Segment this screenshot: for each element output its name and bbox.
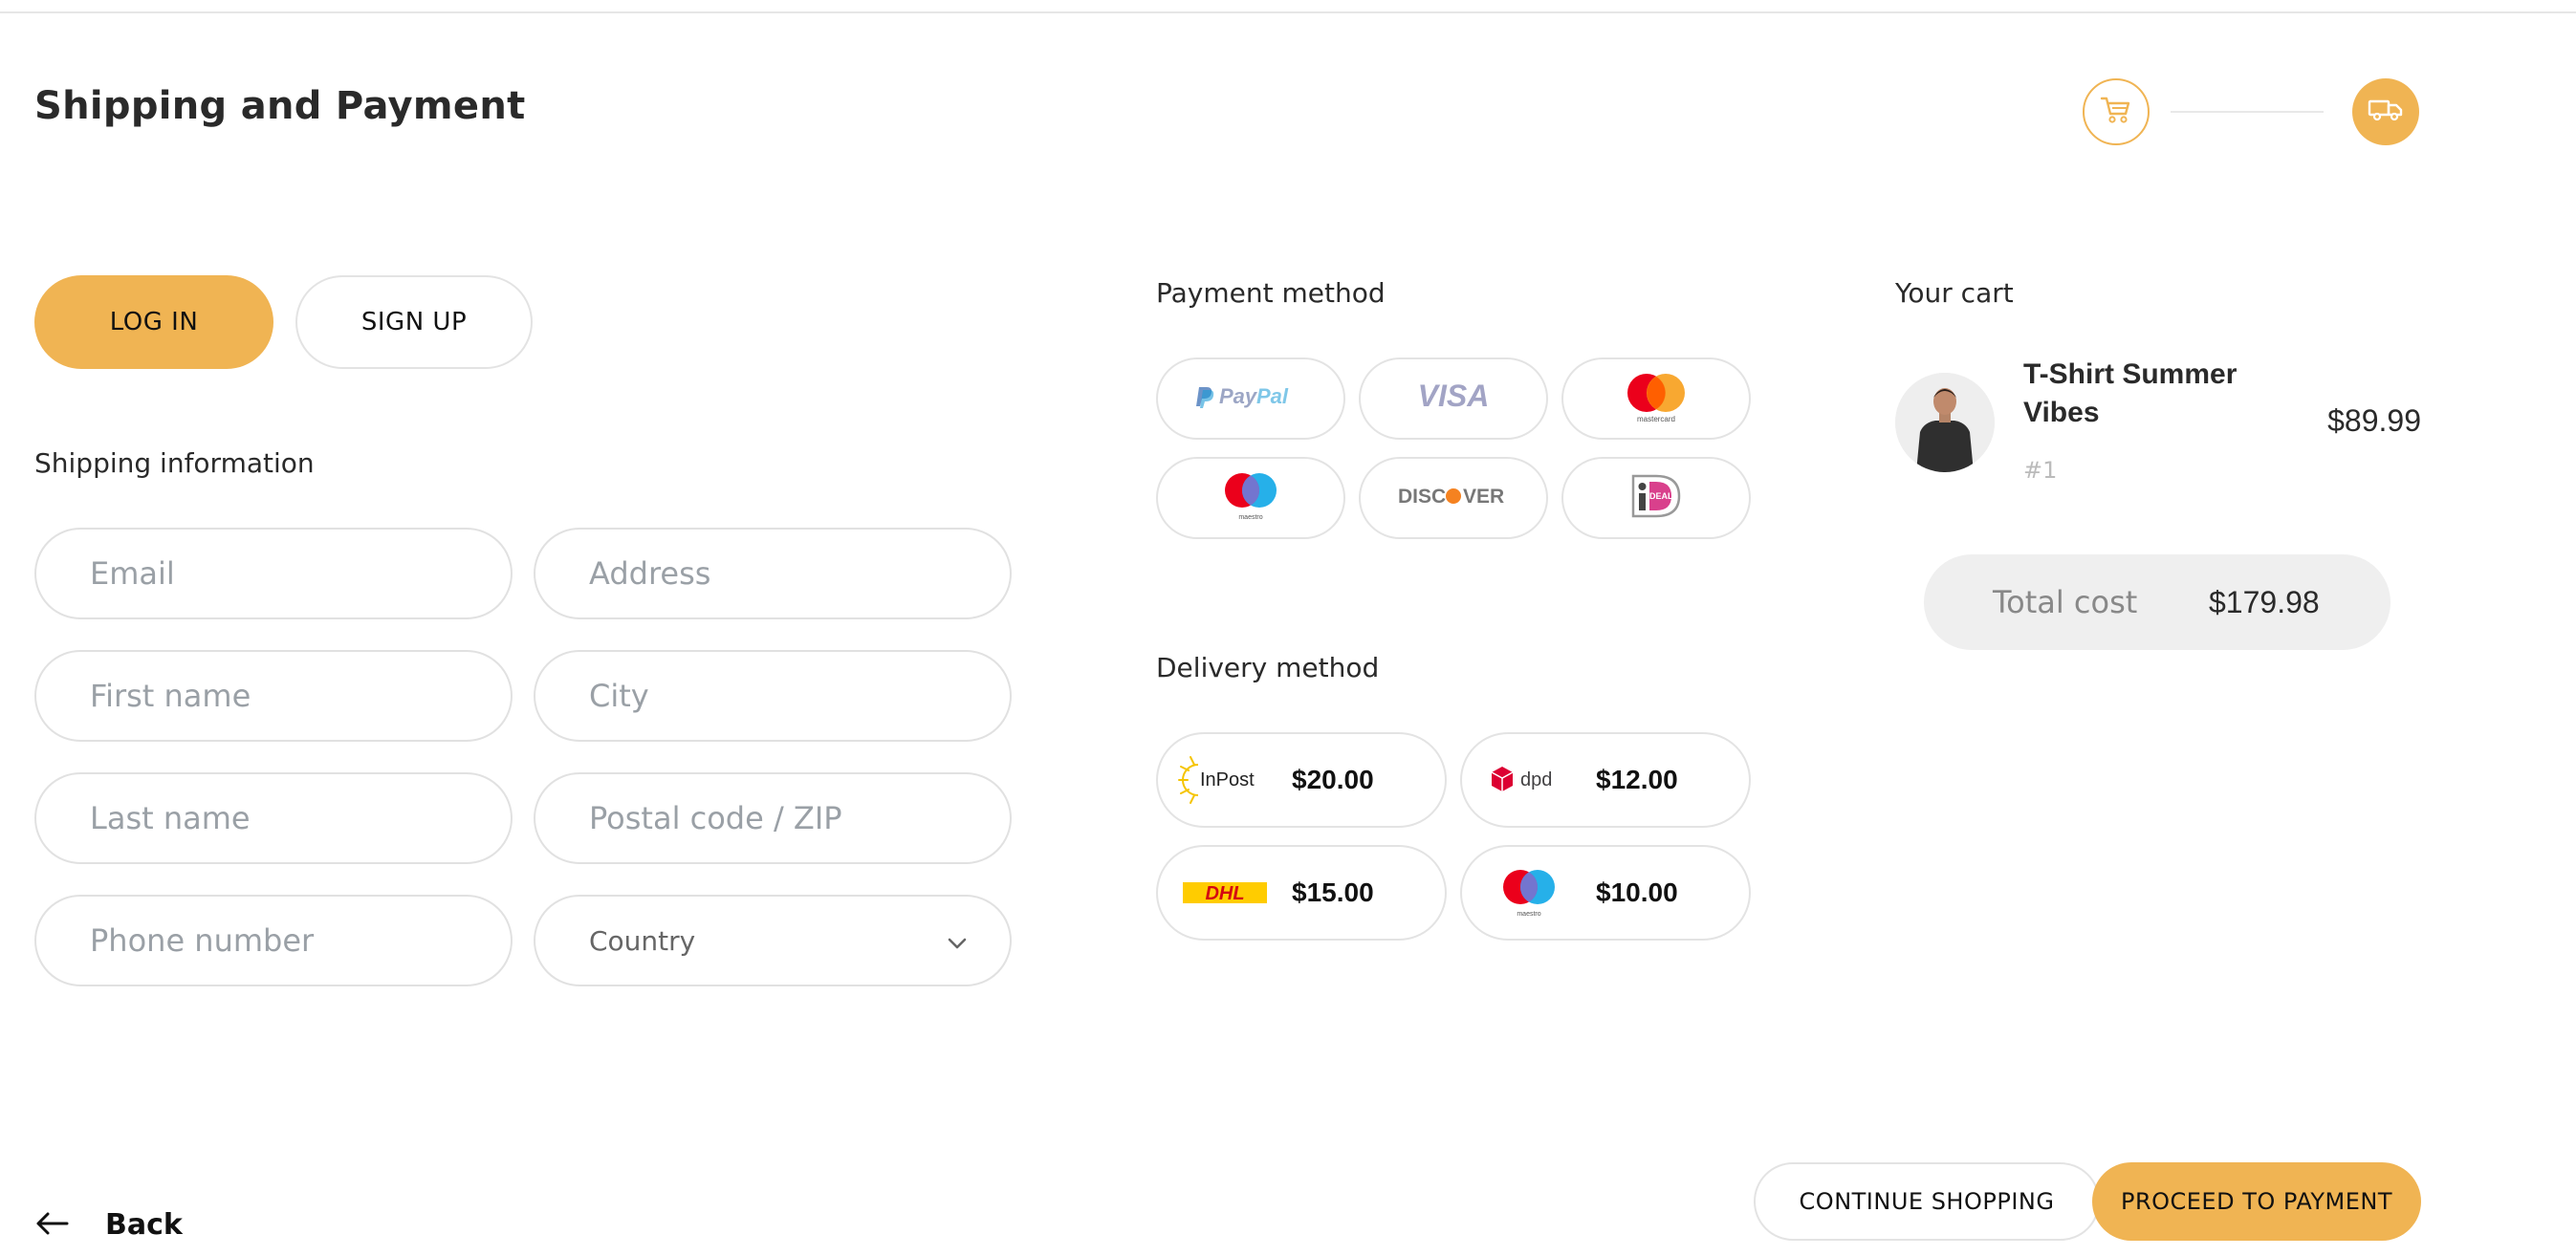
truck-icon	[2367, 96, 2405, 128]
delivery-price: $15.00	[1292, 877, 1374, 907]
product-quantity: #1	[2023, 457, 2058, 484]
payment-option-mastercard[interactable]: mastercard	[1561, 357, 1751, 440]
discover-logo-icon: DISC VER	[1396, 482, 1511, 514]
payment-option-ideal[interactable]: iDEAL	[1561, 457, 1751, 539]
payment-option-maestro[interactable]: maestro	[1156, 457, 1345, 539]
email-field[interactable]	[36, 530, 511, 617]
shipping-heading: Shipping information	[34, 447, 315, 479]
inpost-logo-icon: InPost	[1158, 753, 1292, 807]
delivery-option-dhl[interactable]: DHL $15.00	[1156, 845, 1447, 941]
svg-text:mastercard: mastercard	[1637, 415, 1675, 423]
maestro-logo-icon: maestro	[1462, 864, 1596, 921]
login-button[interactable]: LOG IN	[34, 275, 273, 369]
back-link[interactable]: Back	[34, 1208, 183, 1242]
svg-text:Pal: Pal	[1256, 384, 1289, 408]
svg-text:maestro: maestro	[1517, 911, 1540, 918]
payment-heading: Payment method	[1156, 277, 1386, 309]
delivery-heading: Delivery method	[1156, 652, 1380, 683]
svg-text:maestro: maestro	[1238, 514, 1262, 521]
total-cost-label: Total cost	[1993, 584, 2138, 620]
city-field[interactable]	[535, 652, 1010, 740]
last-name-field[interactable]	[36, 774, 511, 862]
stepper-connector	[2171, 111, 2324, 113]
delivery-price: $12.00	[1596, 765, 1678, 794]
svg-text:InPost: InPost	[1200, 769, 1255, 790]
back-label: Back	[105, 1208, 183, 1242]
address-field[interactable]	[535, 530, 1010, 617]
step-delivery[interactable]	[2352, 78, 2419, 145]
postal-code-field-wrapper	[534, 772, 1012, 864]
continue-shopping-button[interactable]: CONTINUE SHOPPING	[1754, 1162, 2100, 1241]
last-name-field-wrapper	[34, 772, 513, 864]
svg-text:iDEAL: iDEAL	[1648, 491, 1674, 501]
country-select[interactable]: Country	[534, 895, 1012, 986]
product-price: $89.99	[2327, 403, 2421, 438]
visa-logo-icon: VISA	[1406, 379, 1501, 418]
phone-field[interactable]	[36, 897, 511, 985]
country-select-label: Country	[589, 924, 696, 957]
mastercard-logo-icon: mastercard	[1618, 368, 1694, 429]
cart-icon	[2100, 95, 2132, 129]
postal-code-field[interactable]	[535, 774, 1010, 862]
delivery-option-maestro[interactable]: maestro $10.00	[1460, 845, 1751, 941]
paypal-logo-icon: Pay Pal	[1193, 379, 1308, 418]
svg-text:VER: VER	[1463, 486, 1504, 508]
dpd-logo-icon: dpd	[1462, 761, 1596, 799]
first-name-field[interactable]	[36, 652, 511, 740]
delivery-price: $10.00	[1596, 877, 1678, 907]
payment-option-visa[interactable]: VISA	[1359, 357, 1548, 440]
dhl-logo-icon: DHL	[1158, 880, 1292, 905]
svg-text:Pay: Pay	[1219, 384, 1258, 408]
signup-button[interactable]: SIGN UP	[295, 275, 533, 369]
delivery-option-dpd[interactable]: dpd $12.00	[1460, 732, 1751, 828]
chevron-down-icon	[947, 925, 968, 957]
ideal-logo-icon: iDEAL	[1627, 472, 1685, 524]
step-cart[interactable]	[2083, 78, 2150, 145]
maestro-logo-icon: maestro	[1217, 467, 1284, 529]
email-field-wrapper	[34, 528, 513, 619]
svg-text:VISA: VISA	[1418, 379, 1490, 413]
svg-text:DHL: DHL	[1205, 883, 1244, 904]
proceed-to-payment-button[interactable]: PROCEED TO PAYMENT	[2092, 1162, 2421, 1241]
address-field-wrapper	[534, 528, 1012, 619]
cart-heading: Your cart	[1895, 277, 2014, 309]
payment-option-paypal[interactable]: Pay Pal	[1156, 357, 1345, 440]
page-title: Shipping and Payment	[34, 84, 526, 128]
svg-text:dpd: dpd	[1520, 769, 1552, 790]
city-field-wrapper	[534, 650, 1012, 742]
payment-option-discover[interactable]: DISC VER	[1359, 457, 1548, 539]
total-cost-box: Total cost $179.98	[1924, 554, 2390, 650]
delivery-price: $20.00	[1292, 765, 1374, 794]
total-cost-value: $179.98	[2209, 584, 2320, 619]
arrow-left-icon	[34, 1210, 69, 1241]
phone-field-wrapper	[34, 895, 513, 986]
product-name[interactable]: T-Shirt Summer Vibes	[2023, 356, 2272, 432]
top-divider	[0, 11, 2576, 13]
product-thumbnail	[1895, 373, 1995, 472]
svg-text:DISC: DISC	[1398, 486, 1446, 508]
first-name-field-wrapper	[34, 650, 513, 742]
delivery-option-inpost[interactable]: InPost $20.00	[1156, 732, 1447, 828]
